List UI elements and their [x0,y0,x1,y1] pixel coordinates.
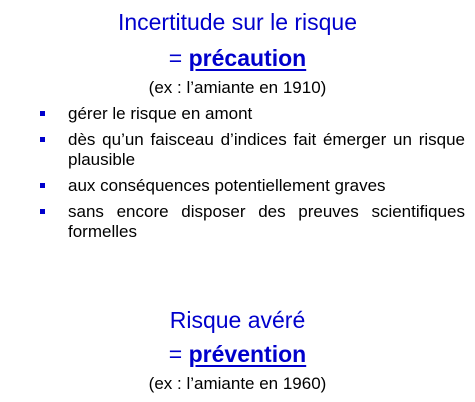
square-bullet-icon [40,111,45,116]
bullet-text: gérer le risque en amont [68,104,253,123]
prevention-keyword: prévention [188,341,307,367]
square-bullet-icon [40,209,45,214]
precaution-equals-sign: = [168,45,189,71]
list-item: dès qu’un faisceau d’indices fait émerge… [38,130,465,170]
list-item: aux conséquences potentiellement graves [38,176,465,196]
precaution-example: (ex : l’amiante en 1910) [148,78,327,97]
prevention-formula: = prévention [0,340,475,368]
precaution-heading: Incertitude sur le risque [117,9,358,35]
bullet-text: aux conséquences potentiellement graves [68,176,386,195]
prevention-heading: Risque avéré [169,307,306,333]
square-bullet-icon [40,137,45,142]
slide: Incertitude sur le risque = précaution (… [0,0,475,402]
precaution-formula: = précaution [0,44,475,72]
precaution-keyword: précaution [188,45,307,71]
prevention-example: (ex : l’amiante en 1960) [148,374,327,393]
list-item: gérer le risque en amont [38,104,465,124]
bullet-text: dès qu’un faisceau d’indices fait émerge… [68,130,465,169]
prevention-equals-sign: = [168,341,189,367]
square-bullet-icon [40,183,45,188]
list-item: sans encore disposer des preuves scienti… [38,202,465,242]
precaution-bullet-list: gérer le risque en amont dès qu’un faisc… [38,104,465,247]
bullet-text: sans encore disposer des preuves scienti… [68,202,465,241]
